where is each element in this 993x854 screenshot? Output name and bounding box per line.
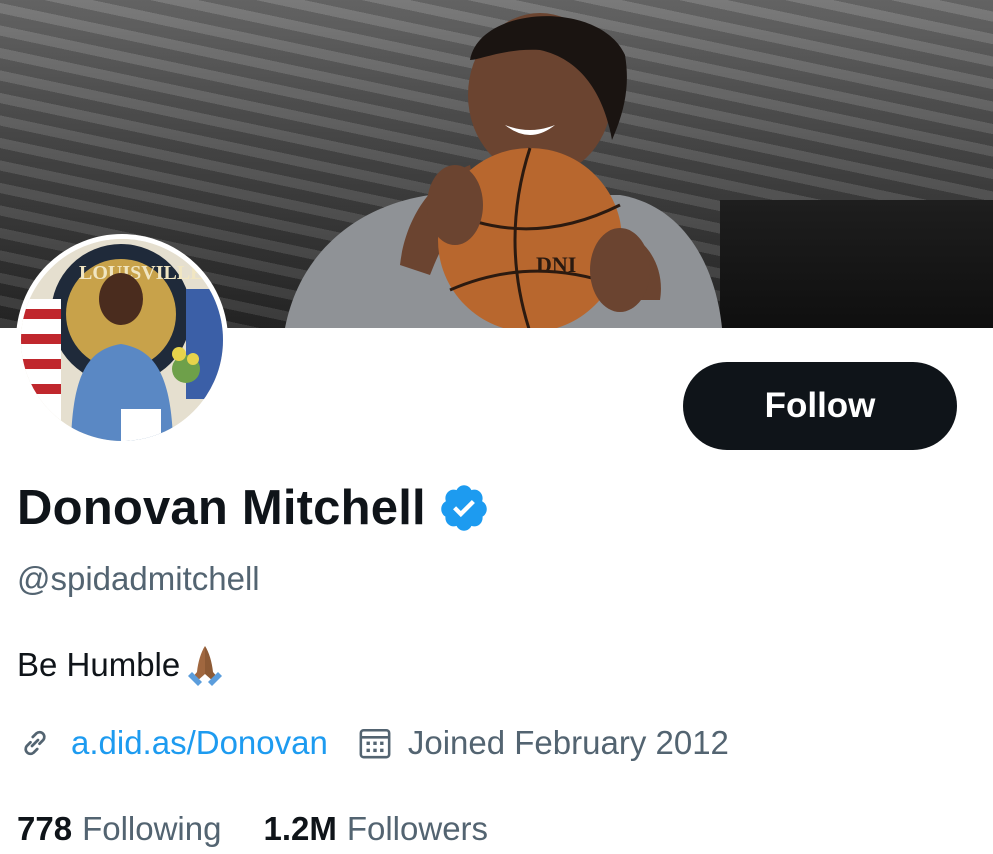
profile-meta: a.did.as/Donovan Joined February 2012: [17, 724, 729, 762]
follow-button[interactable]: Follow: [683, 362, 957, 450]
followers-count: 1.2M: [263, 810, 337, 847]
following-label: Following: [82, 810, 222, 847]
bio-text: Be Humble: [17, 646, 181, 683]
profile-website-link[interactable]: a.did.as/Donovan: [71, 724, 328, 762]
calendar-icon: [359, 728, 391, 759]
joined-date: Joined February 2012: [407, 724, 729, 761]
profile-handle: @spidadmitchell: [17, 560, 260, 597]
following-stat[interactable]: 778 Following: [17, 810, 221, 848]
profile-bio: Be Humble: [17, 642, 230, 688]
followers-label: Followers: [346, 810, 489, 847]
following-count: 778: [17, 810, 73, 847]
followers-stat[interactable]: 1.2M Followers: [263, 810, 488, 848]
profile-name-row: Donovan Mitchell: [17, 480, 490, 536]
link-icon: [24, 730, 46, 756]
verified-badge-icon[interactable]: [438, 482, 490, 534]
folded-hands-icon: [188, 646, 223, 686]
display-name: Donovan Mitchell: [17, 481, 426, 535]
avatar-seal-text: LOUISVILLE: [79, 262, 204, 284]
avatar-photo: LOUISVILLE: [21, 239, 223, 441]
profile-avatar[interactable]: LOUISVILLE: [16, 234, 228, 446]
profile-stats: 778 Following 1.2M Followers: [17, 810, 488, 848]
ball-branding-text: DNI: [536, 252, 576, 277]
